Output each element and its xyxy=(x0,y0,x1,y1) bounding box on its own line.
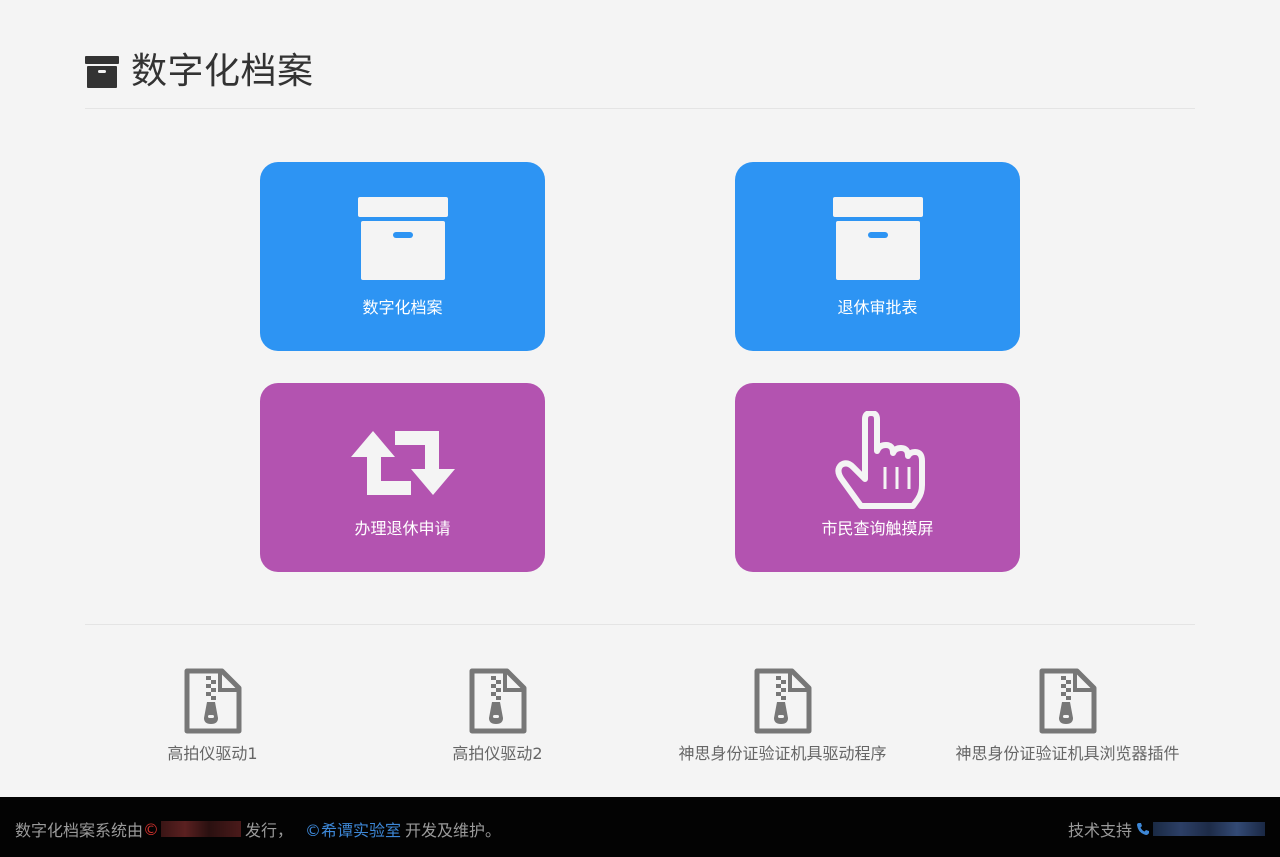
zip-file-icon xyxy=(184,668,241,734)
redacted-publisher xyxy=(161,821,242,837)
download-label: 高拍仪驱动1 xyxy=(167,744,258,763)
zip-file-icon xyxy=(469,668,526,734)
page: 数字化档案 数字化档案 退休审批表 办理退休申请 市民查询触摸屏 高拍仪驱动1 … xyxy=(0,0,1280,857)
page-header: 数字化档案 xyxy=(85,40,1195,109)
download-id-reader-driver[interactable]: 神思身份证验证机具驱动程序 xyxy=(640,668,925,765)
footer-maintain: 开发及维护。 xyxy=(405,821,502,840)
download-label: 神思身份证验证机具浏览器插件 xyxy=(955,744,1180,763)
retweet-icon xyxy=(350,431,455,495)
title-wrap: 数字化档案 xyxy=(85,52,314,92)
footer-credits: 数字化档案系统由 © 发行， ©希谭实验室 开发及维护。 xyxy=(15,817,501,841)
tile-label: 办理退休申请 xyxy=(354,519,451,538)
footer-prefix: 数字化档案系统由 xyxy=(15,821,144,840)
tile-retirement-application[interactable]: 办理退休申请 xyxy=(260,383,545,572)
footer-issued: 发行， xyxy=(245,821,294,840)
footer-support: 技术支持 xyxy=(1068,817,1265,841)
archive-icon xyxy=(85,56,119,88)
download-camera-driver-1[interactable]: 高拍仪驱动1 xyxy=(70,668,355,765)
lab-link[interactable]: ©希谭实验室 xyxy=(305,817,401,841)
hand-pointer-icon xyxy=(834,411,925,509)
zip-file-icon xyxy=(754,668,811,734)
redacted-phone xyxy=(1153,822,1265,836)
download-label: 高拍仪驱动2 xyxy=(452,744,543,763)
download-id-reader-plugin[interactable]: 神思身份证验证机具浏览器插件 xyxy=(925,668,1210,765)
phone-icon xyxy=(1137,823,1149,835)
archive-box-icon xyxy=(357,197,448,280)
tile-label: 市民查询触摸屏 xyxy=(821,519,934,538)
copyright-symbol: © xyxy=(143,819,160,839)
support-label: 技术支持 xyxy=(1067,821,1132,840)
page-footer: 数字化档案系统由 © 发行， ©希谭实验室 开发及维护。 技术支持 xyxy=(0,797,1280,857)
download-camera-driver-2[interactable]: 高拍仪驱动2 xyxy=(355,668,640,765)
tile-label: 数字化档案 xyxy=(362,298,443,317)
tile-retirement-approval[interactable]: 退休审批表 xyxy=(735,162,1020,351)
zip-file-icon xyxy=(1039,668,1096,734)
archive-box-icon xyxy=(832,197,923,280)
tile-label: 退休审批表 xyxy=(837,298,918,317)
tile-digital-archive[interactable]: 数字化档案 xyxy=(260,162,545,351)
section-divider xyxy=(85,624,1195,625)
download-label: 神思身份证验证机具驱动程序 xyxy=(678,744,887,763)
tile-citizen-touchscreen[interactable]: 市民查询触摸屏 xyxy=(735,383,1020,572)
page-title: 数字化档案 xyxy=(131,51,314,92)
